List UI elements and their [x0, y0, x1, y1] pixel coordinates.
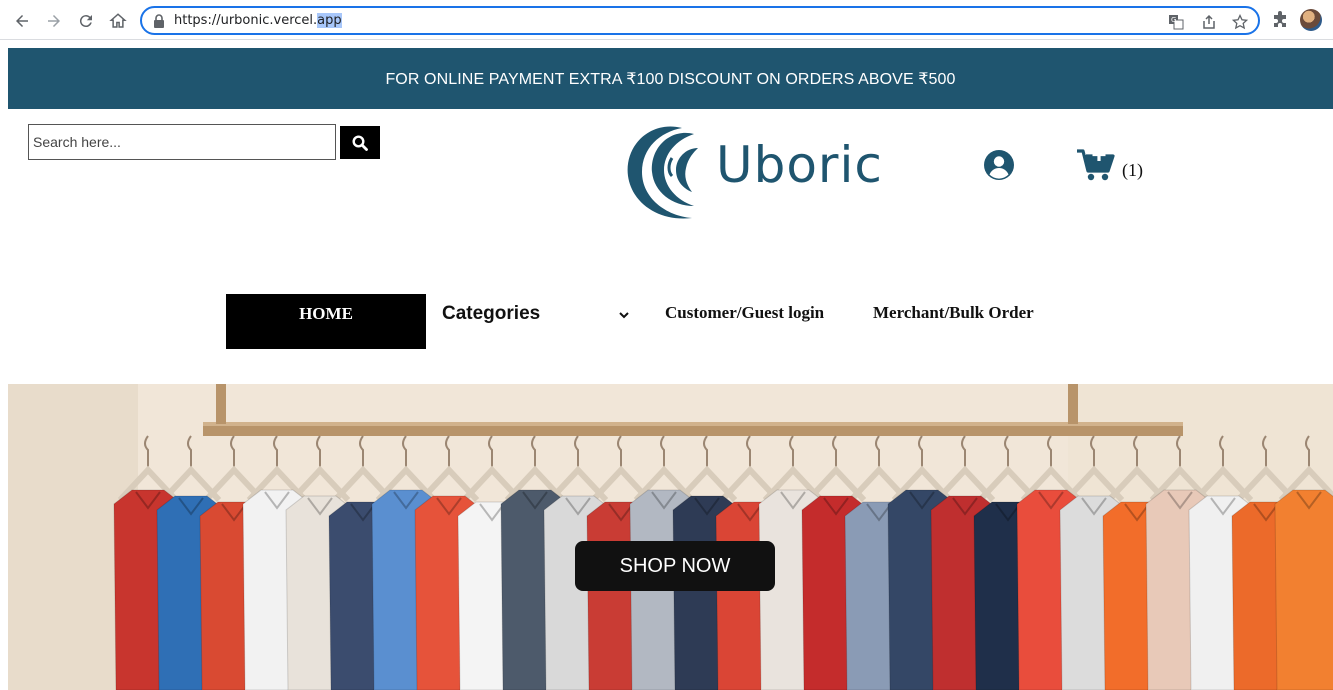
- home-icon[interactable]: [106, 9, 130, 33]
- shop-now-button[interactable]: SHOP NOW: [575, 541, 775, 591]
- url-text[interactable]: https://urbonic.vercel.app: [174, 13, 342, 28]
- nav-home[interactable]: HOME: [226, 294, 426, 349]
- address-bar[interactable]: https://urbonic.vercel.app G: [140, 6, 1260, 35]
- translate-icon[interactable]: G: [1167, 13, 1185, 31]
- logo-text[interactable]: Uboric: [716, 136, 883, 194]
- nav-home-label: HOME: [299, 304, 353, 323]
- reload-icon[interactable]: [74, 9, 98, 33]
- search-input[interactable]: [28, 124, 336, 160]
- categories-label: Categories: [442, 303, 541, 324]
- clothes-rack-image: [8, 384, 1333, 690]
- extensions-icon[interactable]: [1270, 10, 1290, 30]
- nav-merchant-bulk-order[interactable]: Merchant/Bulk Order: [873, 303, 1034, 323]
- browser-toolbar: https://urbonic.vercel.app G: [0, 0, 1333, 40]
- discount-banner: FOR ONLINE PAYMENT EXTRA ₹100 DISCOUNT O…: [8, 48, 1333, 109]
- profile-avatar[interactable]: [1300, 9, 1322, 31]
- hero-image: [8, 384, 1333, 690]
- search-button[interactable]: [340, 126, 380, 159]
- user-account-icon[interactable]: [983, 149, 1015, 181]
- banner-text: FOR ONLINE PAYMENT EXTRA ₹100 DISCOUNT O…: [385, 70, 956, 88]
- lock-icon[interactable]: [152, 13, 166, 29]
- cart-icon[interactable]: [1076, 147, 1116, 183]
- star-icon[interactable]: [1231, 13, 1249, 31]
- logo-swirl-icon: [627, 126, 698, 219]
- chevron-down-icon: [619, 312, 629, 319]
- search-icon: [352, 134, 368, 151]
- nav-customer-login[interactable]: Customer/Guest login: [665, 303, 824, 323]
- garment: [1274, 489, 1333, 690]
- forward-icon[interactable]: [42, 9, 66, 33]
- cart-count: (1): [1122, 160, 1143, 180]
- back-icon[interactable]: [10, 9, 34, 33]
- share-icon[interactable]: [1200, 13, 1218, 31]
- categories-dropdown[interactable]: Categories: [442, 303, 632, 329]
- svg-text:G: G: [1171, 16, 1176, 24]
- shop-now-label: SHOP NOW: [619, 554, 731, 577]
